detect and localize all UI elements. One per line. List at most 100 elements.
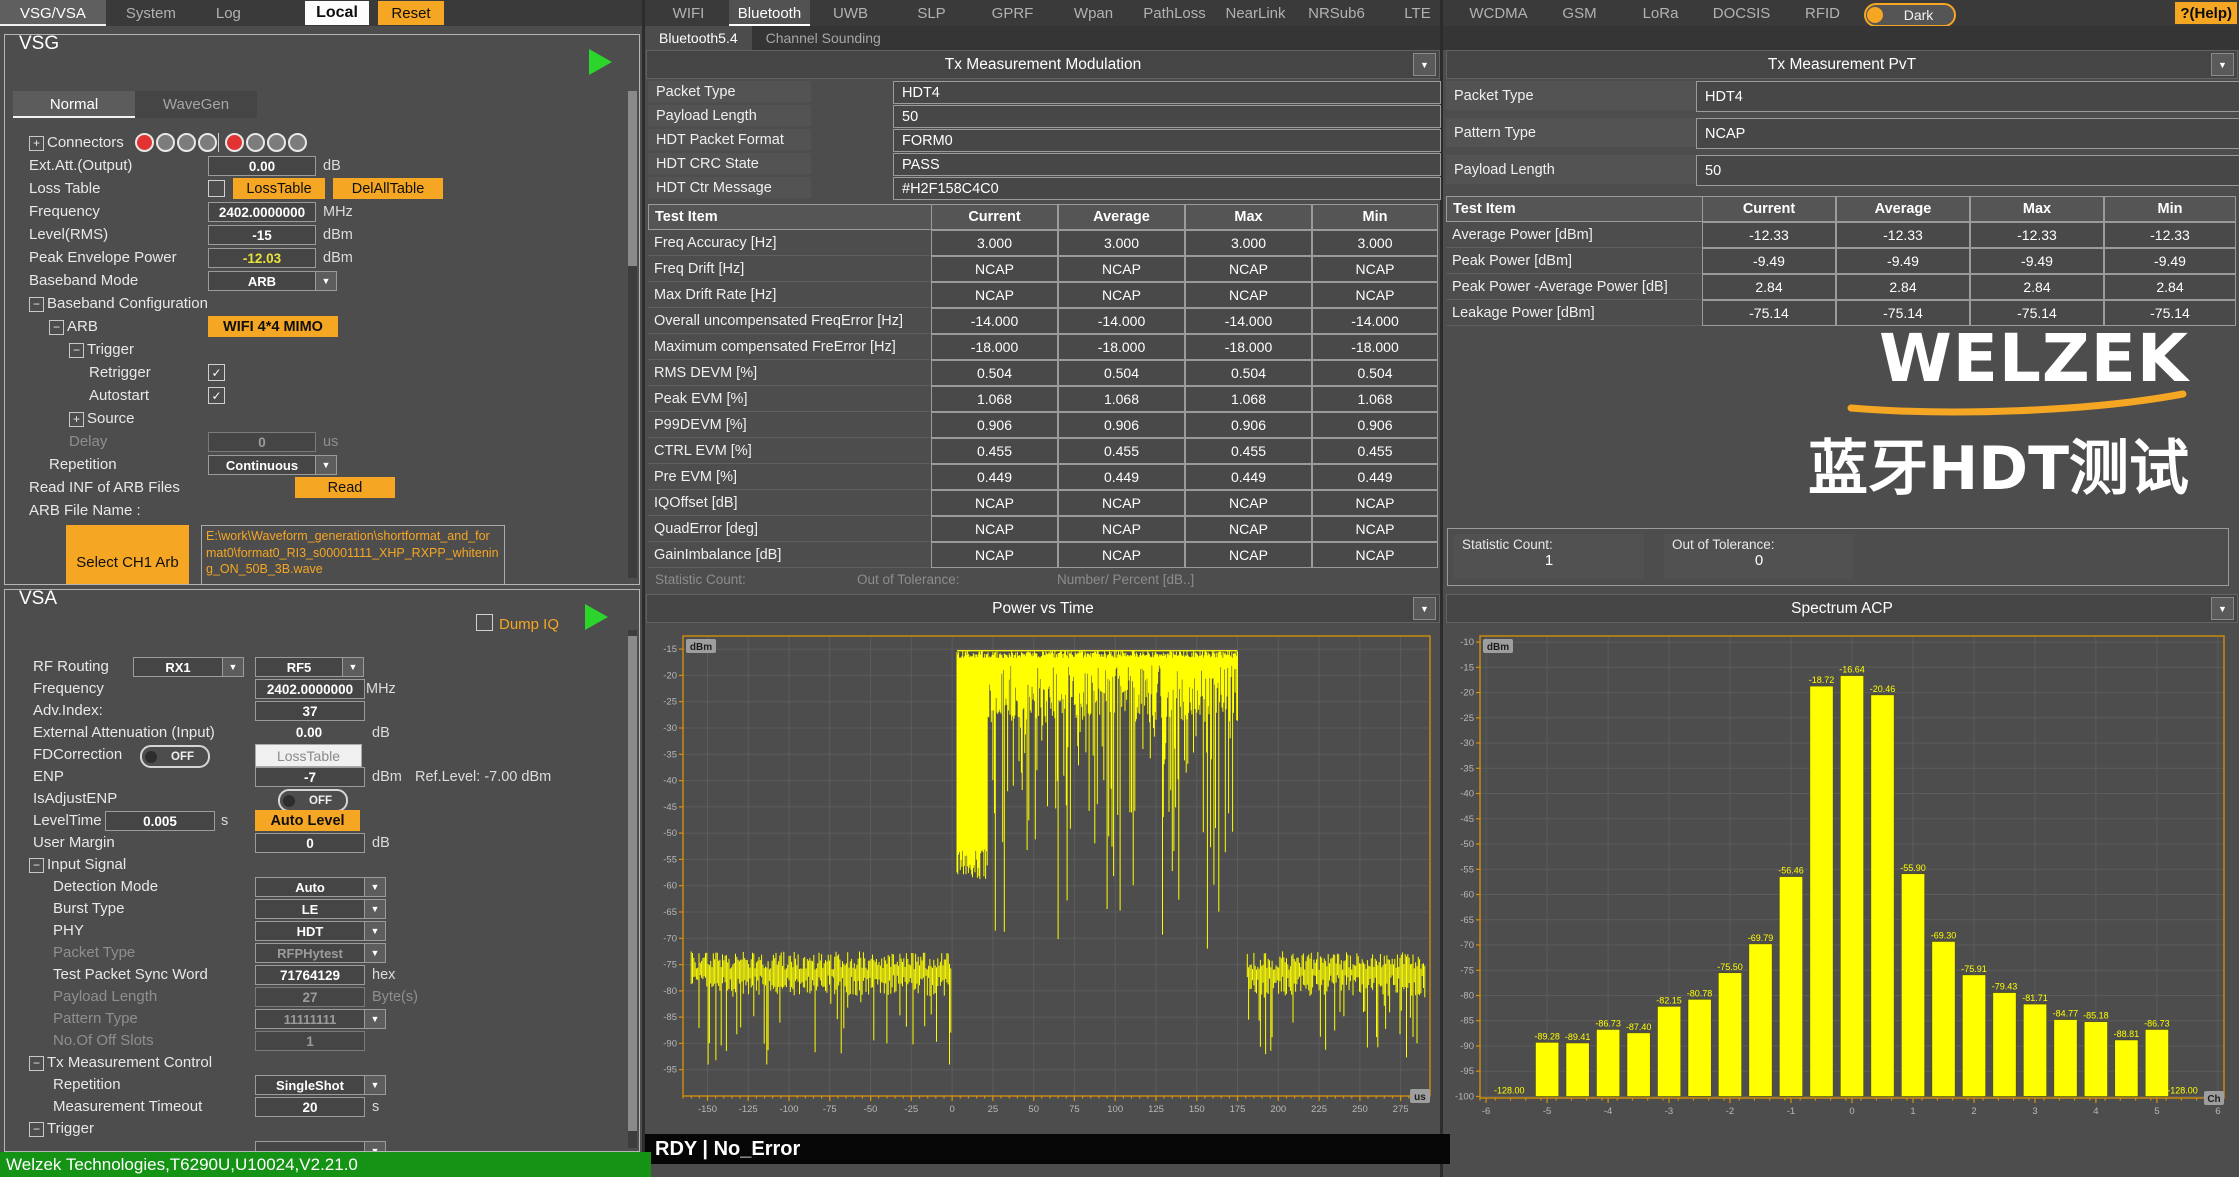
delay-input[interactable]: 0 [208, 432, 316, 452]
packet-type-select[interactable]: RFPHytest▼ [255, 943, 386, 963]
local-button[interactable]: Local [305, 1, 369, 25]
detection-mode-select[interactable]: Auto▼ [255, 877, 386, 897]
mod-cell-maximum-compensated-freerror-hz-current: -18.000 [931, 334, 1058, 360]
vsg-settings-list: +ConnectorsExt.Att.(Output)0.00dBLoss Ta… [5, 132, 625, 585]
mod-payload-length-field[interactable]: 50 [893, 105, 1441, 128]
protocol-tab-nrsub6[interactable]: NRSub6 [1296, 0, 1377, 26]
leveltime-input[interactable]: 0.005 [105, 811, 215, 831]
vsg-row-baseband-configuration: −Baseband Configuration [5, 293, 625, 316]
payload-length-input[interactable]: 27 [255, 987, 365, 1007]
input-signal-expander-icon[interactable]: − [29, 858, 44, 873]
protocol-tab-lora[interactable]: LoRa [1620, 0, 1701, 26]
mod-hdt-ctr-message-field[interactable]: #H2F158C4C0 [893, 177, 1441, 200]
menu-tab-vsg-vsa[interactable]: VSG/VSA [0, 0, 106, 26]
source-expander-icon[interactable]: + [69, 412, 84, 427]
baseband-mode-select[interactable]: ARB▼ [208, 271, 337, 291]
phy-select[interactable]: HDT▼ [255, 921, 386, 941]
rf-routing-select[interactable]: RX1▼ [133, 657, 244, 677]
pattern-type-select[interactable]: 11111111▼ [255, 1009, 386, 1029]
test-packet-sync-word-input[interactable]: 71764129 [255, 965, 365, 985]
frequency-input[interactable]: 2402.0000000 [208, 202, 316, 222]
ext-att-output-input[interactable]: 0.00 [208, 156, 316, 176]
menu-tab-log[interactable]: Log [196, 0, 261, 26]
vsg-tab-wavegen[interactable]: WaveGen [135, 91, 257, 118]
measurement-timeout-input[interactable]: 20 [255, 1097, 365, 1117]
mod-hdt-packet-format-field[interactable]: FORM0 [893, 129, 1441, 152]
protocol-tab-uwb[interactable]: UWB [810, 0, 891, 26]
protocol-tab-pathloss[interactable]: PathLoss [1134, 0, 1215, 26]
vsa-scrollbar[interactable] [628, 630, 637, 1148]
protocol-tab-nearlink[interactable]: NearLink [1215, 0, 1296, 26]
pvt-payload-length-field[interactable]: 50 [1696, 155, 2239, 186]
arb-expander-icon[interactable]: − [49, 320, 64, 335]
chevron-down-icon: ▼ [364, 900, 385, 918]
retrigger-checkbox[interactable]: ✓ [208, 364, 225, 381]
dark-mode-toggle[interactable]: Dark [1864, 3, 1956, 27]
svg-text:-55.90: -55.90 [1900, 863, 1926, 873]
autostart-checkbox[interactable]: ✓ [208, 387, 225, 404]
vsg-scrollbar[interactable] [628, 91, 637, 578]
pvt-packet-type-field[interactable]: HDT4 [1696, 81, 2239, 112]
trigger-expander-icon[interactable]: − [29, 1122, 44, 1137]
adv-index-input[interactable]: 37 [255, 701, 365, 721]
protocol-tab-gprf[interactable]: GPRF [972, 0, 1053, 26]
wifi-4-4-mimo-button[interactable]: WIFI 4*4 MIMO [208, 316, 338, 337]
arb-file-path[interactable]: E:\work\Waveform_generation\shortformat_… [201, 525, 505, 585]
pvt-pattern-type-field[interactable]: NCAP [1696, 118, 2239, 149]
frequency-input[interactable]: 2402.0000000 [255, 679, 365, 699]
vsa-play-button[interactable] [585, 604, 608, 630]
subtab-bluetooth5-4[interactable]: Bluetooth5.4 [645, 26, 752, 50]
loss-table-checkbox[interactable] [208, 180, 225, 197]
protocol-tab-rfid[interactable]: RFID [1782, 0, 1863, 26]
acp-bar [1779, 877, 1802, 1097]
protocol-tab-docsis[interactable]: DOCSIS [1701, 0, 1782, 26]
protocol-tab-lte[interactable]: LTE [1377, 0, 1458, 26]
trigger-expander-icon[interactable]: − [69, 343, 84, 358]
vsg-scrollbar-thumb[interactable] [628, 91, 637, 266]
protocol-tab-wcdma[interactable]: WCDMA [1458, 0, 1539, 26]
pvt-chart-collapse-icon[interactable]: ▼ [1413, 597, 1436, 620]
delalltable-button[interactable]: DelAllTable [333, 178, 443, 199]
peak-envelope-power-input[interactable]: -12.03 [208, 248, 316, 268]
help-button[interactable]: ?(Help) [2175, 2, 2237, 24]
acp-chart-collapse-icon[interactable]: ▼ [2211, 597, 2234, 620]
repetition-select[interactable]: SingleShot▼ [255, 1075, 386, 1095]
hidden-select[interactable]: ▼ [255, 1141, 386, 1152]
vsg-tab-normal[interactable]: Normal [13, 91, 135, 118]
protocol-tab-slp[interactable]: SLP [891, 0, 972, 26]
protocol-tab-wifi[interactable]: WIFI [648, 0, 729, 26]
baseband-configuration-expander-icon[interactable]: − [29, 297, 44, 312]
protocol-tab-bluetooth[interactable]: Bluetooth [729, 0, 810, 26]
dump-iq-checkbox[interactable] [476, 614, 493, 631]
fdcorrection-toggle[interactable]: OFF [140, 745, 210, 768]
connectors-expander-icon[interactable]: + [29, 136, 44, 151]
modulation-collapse-icon[interactable]: ▼ [1413, 53, 1436, 76]
vsa-scrollbar-thumb[interactable] [628, 636, 637, 1131]
no-of-off-slots-input[interactable]: 1 [255, 1031, 365, 1051]
svg-text:-84.77: -84.77 [2053, 1009, 2079, 1019]
menu-tab-system[interactable]: System [106, 0, 196, 26]
top-menubar: VSG/VSASystemLog Local Reset WIFIBluetoothU… [0, 0, 2239, 26]
burst-type-select[interactable]: LE▼ [255, 899, 386, 919]
auto-level-button[interactable]: Auto Level [255, 810, 360, 831]
subtab-channel-sounding[interactable]: Channel Sounding [752, 26, 895, 50]
user-margin-input[interactable]: 0 [255, 833, 365, 853]
isadjustenp-toggle[interactable]: OFF [278, 789, 348, 812]
rf-routing-select-2[interactable]: RF5▼ [255, 657, 364, 677]
protocol-tab-gsm[interactable]: GSM [1539, 0, 1620, 26]
losstable-button[interactable]: LossTable [255, 744, 362, 767]
mod-cell-max-drift-rate-hz-current: NCAP [931, 282, 1058, 308]
vsg-play-button[interactable] [589, 49, 612, 75]
reset-button[interactable]: Reset [378, 1, 444, 25]
select-ch1-arb-button[interactable]: Select CH1 Arb [66, 525, 189, 585]
read-button[interactable]: Read [295, 477, 395, 498]
mod-hdt-crc-state-field[interactable]: PASS [893, 153, 1441, 176]
losstable-button[interactable]: LossTable [233, 178, 325, 199]
level-rms-input[interactable]: -15 [208, 225, 316, 245]
mod-packet-type-field[interactable]: HDT4 [893, 81, 1441, 104]
repetition-select[interactable]: Continuous▼ [208, 455, 337, 475]
tx-measurement-control-expander-icon[interactable]: − [29, 1056, 44, 1071]
enp-input[interactable]: -7 [255, 767, 365, 787]
protocol-tab-wpan[interactable]: Wpan [1053, 0, 1134, 26]
pvt-collapse-icon[interactable]: ▼ [2211, 53, 2234, 76]
